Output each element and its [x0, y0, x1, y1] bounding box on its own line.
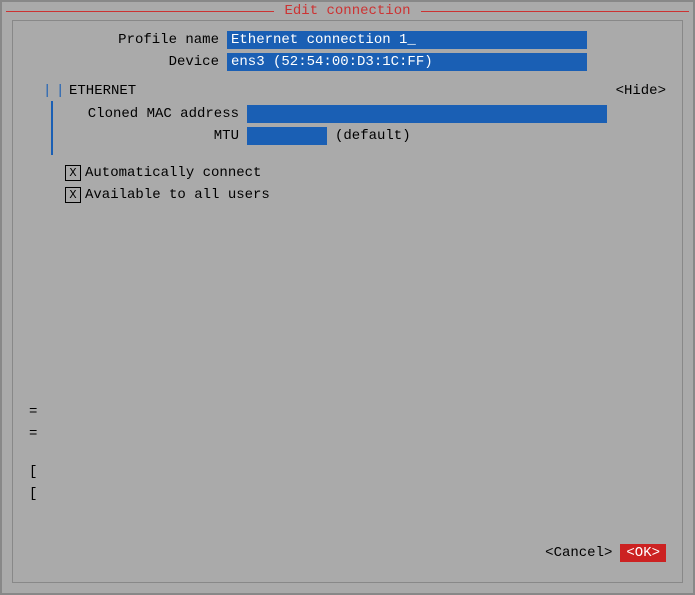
ethernet-header: ETHERNET <Hide>	[69, 83, 666, 99]
profile-name-row: Profile name	[29, 31, 666, 49]
mtu-default-text: (default)	[335, 128, 411, 144]
all-users-row: X Available to all users	[65, 187, 666, 203]
title-bar: Edit connection	[2, 2, 693, 20]
mark-equals-2: =	[29, 426, 37, 442]
mark-bracket-1: [	[29, 464, 37, 480]
auto-connect-row: X Automatically connect	[65, 165, 666, 181]
auto-connect-checkbox[interactable]: X	[65, 165, 81, 181]
title-line-right	[421, 11, 689, 12]
left-marks: = =	[29, 404, 37, 442]
mark-bracket-2: [	[29, 486, 37, 502]
checkboxes-section: X Automatically connect X Available to a…	[65, 165, 666, 203]
ethernet-section: | | ETHERNET <Hide> Cloned MAC address M…	[29, 83, 666, 145]
main-panel: Profile name Device | | ETHERNET <Hide>	[12, 20, 683, 583]
mtu-label: MTU	[69, 128, 239, 144]
title-line-left	[6, 11, 274, 12]
device-row: Device	[29, 53, 666, 71]
profile-name-input[interactable]	[227, 31, 587, 49]
ok-button[interactable]: <OK>	[620, 544, 666, 562]
main-window: Edit connection Profile name Device | | …	[0, 0, 695, 595]
bottom-marks: [ [	[29, 464, 37, 502]
sidebar-tick-inner: |	[56, 83, 64, 99]
hide-button[interactable]: <Hide>	[616, 83, 666, 99]
mtu-row: MTU (default)	[69, 127, 666, 145]
cloned-mac-input[interactable]	[247, 105, 607, 123]
cancel-button[interactable]: <Cancel>	[545, 545, 612, 561]
ethernet-section-line	[51, 101, 53, 155]
all-users-checkbox[interactable]: X	[65, 187, 81, 203]
mtu-input[interactable]	[247, 127, 327, 145]
ethernet-title: ETHERNET	[69, 83, 136, 99]
all-users-label: Available to all users	[85, 187, 270, 203]
bottom-buttons: <Cancel> <OK>	[545, 544, 666, 562]
mark-equals-1: =	[29, 404, 37, 420]
device-input[interactable]	[227, 53, 587, 71]
profile-name-label: Profile name	[29, 32, 219, 48]
window-title: Edit connection	[278, 3, 416, 19]
cloned-mac-row: Cloned MAC address	[69, 105, 666, 123]
sidebar-tick-outer: |	[43, 83, 51, 99]
auto-connect-label: Automatically connect	[85, 165, 261, 181]
device-label: Device	[29, 54, 219, 70]
cloned-mac-label: Cloned MAC address	[69, 106, 239, 122]
